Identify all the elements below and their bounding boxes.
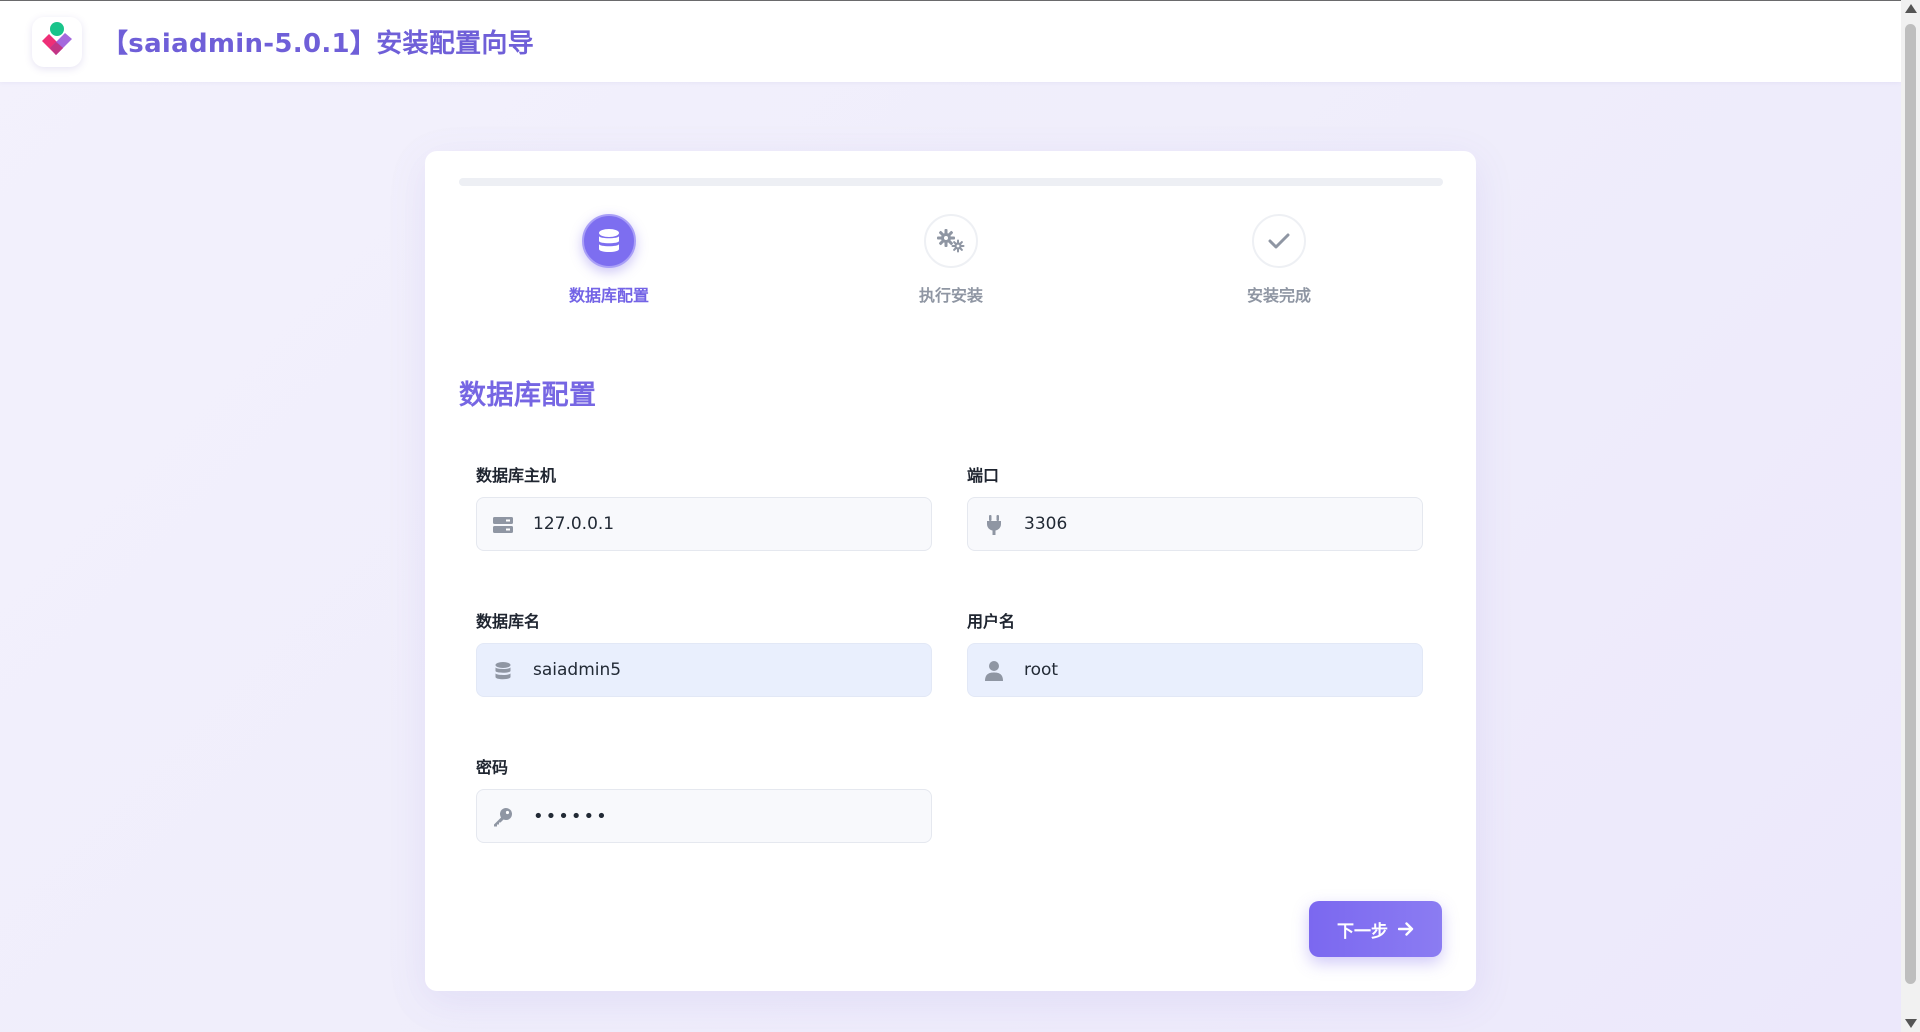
install-wizard-card: 数据库配置 执行安装 安装完成 数据库配置 数据库主机 127.0.0.1 端口…: [425, 151, 1476, 991]
step-execute-install: 执行安装: [851, 214, 1051, 306]
user-icon: [984, 661, 1004, 681]
step-install-circle: [924, 214, 978, 268]
logo-icon: [42, 22, 72, 55]
step-complete-circle: [1252, 214, 1306, 268]
username-label: 用户名: [967, 612, 1016, 631]
step-label-database: 数据库配置: [568, 286, 649, 305]
dbname-input[interactable]: [533, 644, 913, 696]
username-field: [967, 643, 1423, 697]
check-icon: [1268, 233, 1290, 249]
step-install-complete: 安装完成: [1179, 214, 1379, 306]
scroll-up-arrow-icon[interactable]: [1905, 4, 1917, 13]
next-step-button[interactable]: 下一步: [1309, 901, 1442, 957]
host-label: 数据库主机: [476, 466, 557, 485]
password-field: [476, 789, 932, 843]
page-scrollbar[interactable]: [1901, 0, 1920, 1032]
dbname-label: 数据库名: [476, 612, 541, 631]
password-input[interactable]: [533, 790, 913, 842]
gears-icon: [937, 229, 965, 253]
arrow-right-icon: [1398, 922, 1414, 936]
host-field: [476, 497, 932, 551]
app-title: 【saiadmin-5.0.1】安装配置向导: [102, 29, 535, 59]
port-field: [967, 497, 1423, 551]
step-database-config: 数据库配置: [509, 214, 709, 306]
scrollbar-thumb[interactable]: [1905, 24, 1916, 984]
username-input[interactable]: [1024, 644, 1404, 696]
app-header: 【saiadmin-5.0.1】安装配置向导: [0, 1, 1901, 82]
password-label: 密码: [476, 758, 509, 777]
database-icon: [493, 661, 513, 681]
app-logo: [32, 17, 82, 67]
wizard-progress-track: [459, 178, 1443, 186]
port-label: 端口: [967, 466, 1000, 485]
section-title: 数据库配置: [459, 380, 597, 411]
database-icon: [599, 229, 619, 252]
port-input[interactable]: [1024, 498, 1404, 550]
next-step-label: 下一步: [1337, 921, 1388, 942]
server-icon: [493, 515, 513, 535]
step-label-install: 执行安装: [918, 286, 983, 305]
key-icon: [493, 807, 513, 827]
step-database-circle: [582, 214, 636, 268]
host-input[interactable]: [533, 498, 913, 550]
plug-icon: [984, 515, 1004, 535]
step-label-complete: 安装完成: [1246, 286, 1311, 305]
scroll-down-arrow-icon[interactable]: [1905, 1019, 1917, 1028]
dbname-field: [476, 643, 932, 697]
